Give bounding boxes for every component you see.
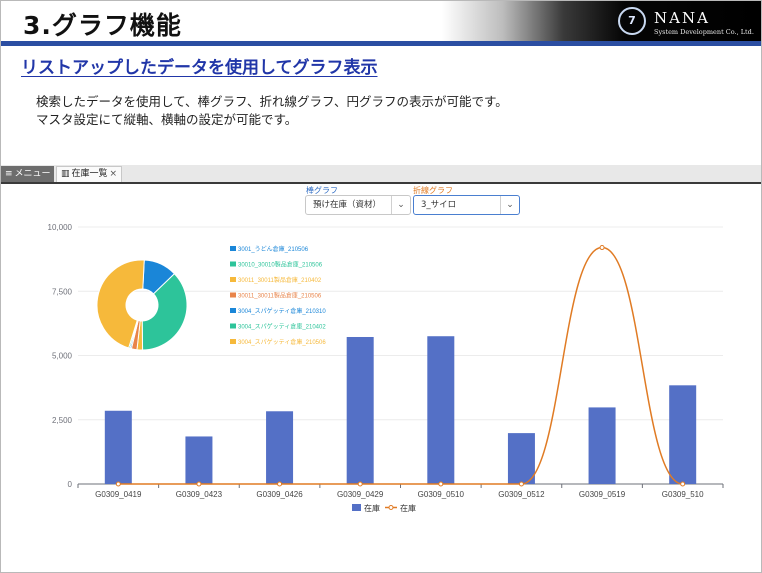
y-tick-label: 10,000 [48,223,73,232]
pie-legend-label: 3004_スパゲッティ倉庫_210402 [238,323,326,331]
bar [185,436,213,484]
line-point [438,481,444,487]
x-tick-label: G0309_0429 [337,490,384,499]
line-point [277,481,283,487]
pie-legend-swatch [230,308,236,313]
line-point [680,481,686,487]
pie-legend-label: 30011_30011製品倉庫_210506 [238,292,322,300]
legend-line-dot [388,505,394,510]
x-tick-label: G0309_0512 [498,490,545,499]
y-tick-label: 7,500 [52,287,73,296]
line-point [196,481,202,487]
slide: 3.グラフ機能 7 NANA System Development Co., L… [0,0,762,573]
bar [507,433,535,484]
pie-legend-label: 30011_30011製品倉庫_210402 [238,276,322,284]
line-point [115,481,121,487]
y-tick-label: 2,500 [52,416,73,425]
pie-legend-swatch [230,246,236,251]
pie-legend-label: 30010_30010製品倉庫_210506 [238,261,323,269]
line-point [599,245,605,251]
x-tick-label: G0309_0519 [579,490,626,499]
bar [104,410,132,484]
pie-legend-swatch [230,323,236,329]
x-tick-label: G0309_510 [662,490,704,499]
legend-bar-swatch [352,504,361,511]
pie-legend-swatch [230,277,236,282]
bar [427,336,455,484]
pie-legend-swatch [230,261,236,267]
legend-bar-label: 在庫 [364,503,380,513]
x-tick-label: G0309_0419 [95,490,142,499]
legend-line-label: 在庫 [400,503,416,513]
bar [669,385,697,484]
x-tick-label: G0309_0423 [176,490,223,499]
line-point [357,481,363,487]
pie-legend-label: 3001_うどん倉庫_210506 [238,245,309,253]
chart-area: 0 2,500 5,000 7,500 10,000 G0309_0419 G0309_04… [48,223,724,513]
pie-legend-label: 3004_スパゲッティ倉庫_210506 [238,338,326,346]
bar [346,336,374,484]
bar [588,407,616,484]
x-tick-label: G0309_0510 [418,490,465,499]
bar [266,411,294,484]
line-point [518,481,524,487]
pie-legend-swatch [230,292,236,298]
pie-legend-swatch [230,339,236,344]
pie-legend-label: 3004_スパゲッティ倉庫_210310 [238,307,326,315]
y-tick-label: 5,000 [52,352,73,361]
y-tick-label: 0 [68,480,73,489]
x-tick-label: G0309_0426 [256,490,303,499]
